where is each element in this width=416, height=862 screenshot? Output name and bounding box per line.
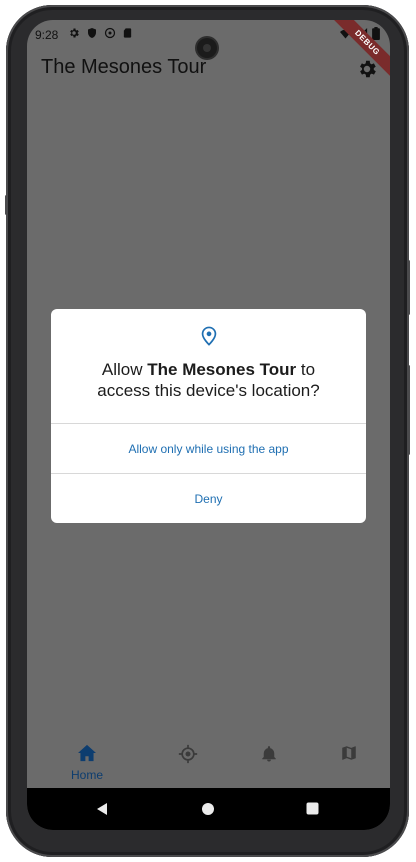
gear-icon — [70, 28, 79, 38]
allow-while-using-button[interactable]: Allow only while using the app — [51, 425, 366, 473]
dialog-message: Allow The Mesones Tour to access this de… — [51, 359, 366, 401]
sd-card-icon — [123, 28, 132, 38]
nav-item-notifications[interactable] — [239, 744, 299, 769]
system-nav-bar — [27, 788, 390, 830]
status-icons-left — [68, 27, 133, 39]
app-title: The Mesones Tour — [41, 56, 207, 78]
nav-label-home: Home — [70, 768, 103, 782]
recents-icon[interactable] — [306, 802, 319, 815]
bottom-nav: Home — [27, 738, 390, 790]
dialog-message-suffix: to — [296, 360, 316, 379]
dialog-message-line2: access this device's location? — [97, 381, 320, 400]
location-permission-dialog: Allow The Mesones Tour to access this de… — [51, 309, 366, 523]
home-circle-icon[interactable] — [201, 802, 215, 816]
back-icon[interactable] — [95, 802, 109, 816]
screen: 9:28 DEBUG The Mesones Tour Allow The Me… — [27, 20, 390, 830]
side-button — [5, 195, 8, 215]
bell-icon — [262, 746, 276, 762]
location-target-icon — [178, 744, 198, 764]
location-pin-icon — [201, 326, 217, 346]
front-camera — [197, 38, 217, 58]
power-button — [407, 365, 410, 455]
at-icon — [104, 27, 116, 39]
home-icon — [78, 744, 96, 762]
dialog-divider — [51, 423, 366, 424]
volume-button — [407, 260, 410, 315]
battery-icon — [372, 27, 380, 40]
settings-icon[interactable] — [356, 58, 378, 80]
nav-item-home[interactable]: Home — [57, 744, 117, 782]
map-icon — [342, 746, 356, 760]
dialog-message-prefix: Allow — [101, 360, 148, 379]
deny-button[interactable]: Deny — [51, 475, 366, 523]
dialog-app-name: The Mesones Tour — [147, 360, 297, 379]
status-time: 9:28 — [35, 28, 59, 42]
nav-item-map[interactable] — [319, 744, 379, 767]
dialog-divider — [51, 473, 366, 474]
nav-item-location[interactable] — [158, 744, 218, 769]
shield-icon — [88, 28, 96, 38]
